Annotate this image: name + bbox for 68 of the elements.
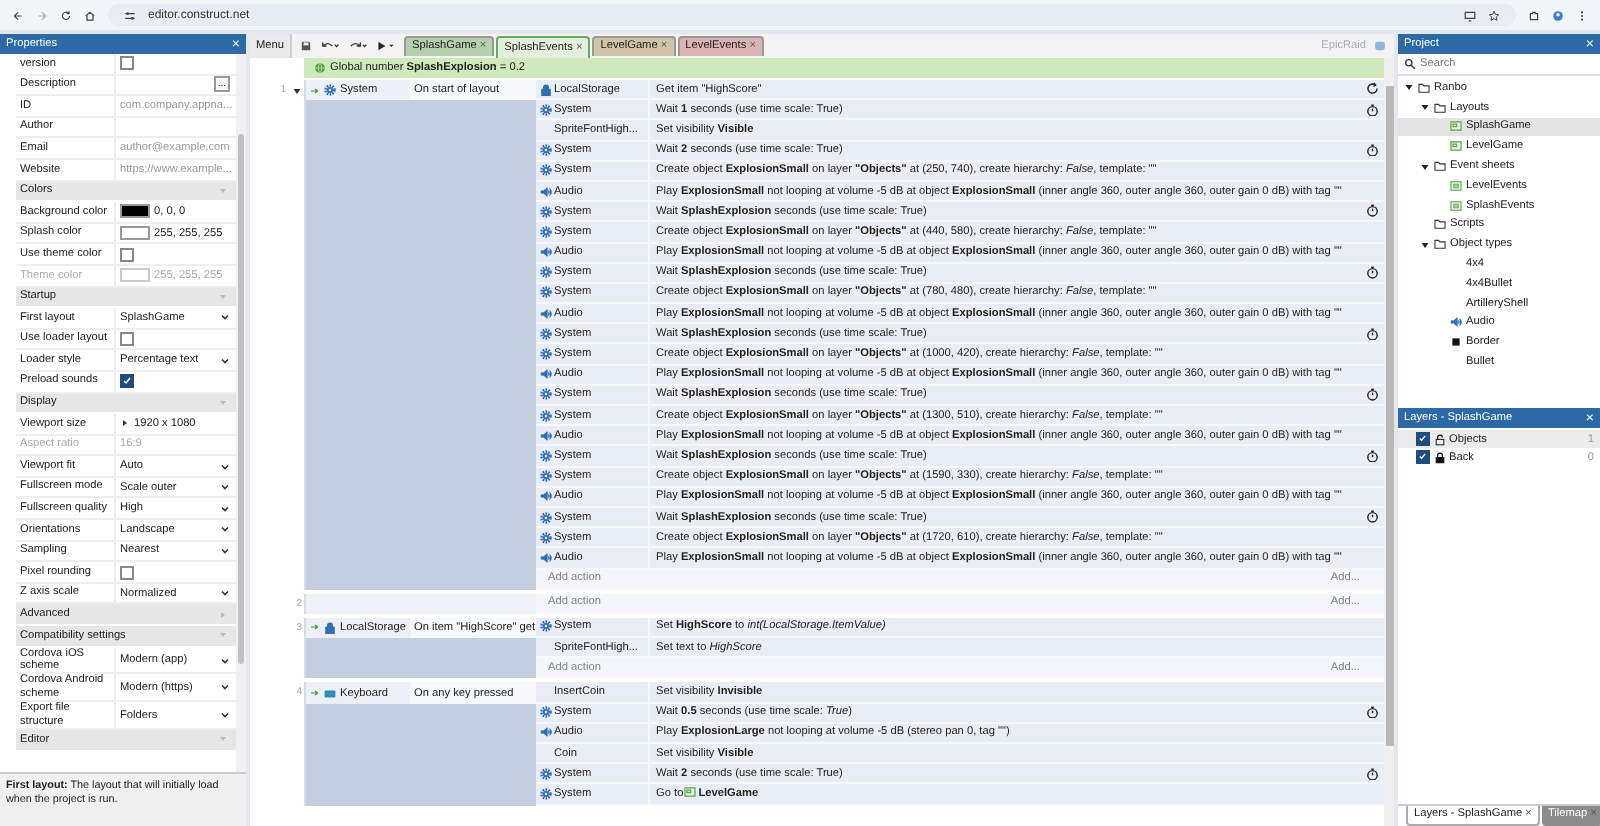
layout-icon bbox=[1450, 140, 1462, 153]
chevron-icon bbox=[220, 655, 230, 666]
undo-icon[interactable] bbox=[320, 40, 340, 52]
scrollbar-thumb[interactable] bbox=[1385, 86, 1393, 746]
square-icon bbox=[1450, 336, 1462, 349]
speaker-icon bbox=[539, 368, 551, 381]
play-icon[interactable] bbox=[376, 40, 396, 52]
monitor-icon[interactable] bbox=[1464, 9, 1476, 21]
scrollbar-thumb[interactable] bbox=[238, 134, 244, 664]
globe-icon bbox=[314, 62, 326, 74]
arrow-icon bbox=[310, 85, 320, 96]
checkbox[interactable] bbox=[120, 56, 134, 71]
padlock-icon bbox=[324, 621, 336, 634]
collapse-arrow-icon[interactable] bbox=[292, 85, 302, 95]
back-arrow-icon[interactable] bbox=[12, 9, 24, 21]
caret-icon bbox=[218, 734, 228, 745]
redo-icon[interactable] bbox=[348, 40, 368, 52]
gear-icon bbox=[539, 706, 551, 719]
speaker-icon bbox=[539, 551, 551, 564]
expand-arrow-icon[interactable] bbox=[1420, 102, 1430, 113]
expand-arrow-icon[interactable] bbox=[120, 418, 130, 429]
caret-icon bbox=[218, 397, 228, 408]
chevron-icon bbox=[220, 588, 230, 599]
speaker-icon bbox=[539, 726, 551, 739]
caret-icon bbox=[218, 291, 228, 302]
search-icon bbox=[1404, 58, 1416, 70]
reload-icon[interactable] bbox=[60, 9, 72, 21]
locked-padlock-icon[interactable] bbox=[1433, 451, 1445, 463]
keyboard-icon bbox=[324, 687, 336, 700]
speaker-icon bbox=[539, 185, 551, 198]
gear-icon bbox=[539, 620, 551, 633]
profile-icon[interactable] bbox=[1552, 9, 1564, 21]
expand-arrow-icon[interactable] bbox=[1420, 161, 1430, 172]
checkbox[interactable] bbox=[120, 332, 134, 347]
arrow-icon bbox=[310, 622, 320, 633]
checkbox[interactable] bbox=[1416, 450, 1429, 464]
gear-icon bbox=[324, 84, 336, 97]
speaker-icon bbox=[539, 307, 551, 320]
speaker-icon bbox=[539, 246, 551, 259]
speaker-icon bbox=[539, 429, 551, 442]
unlocked-padlock-icon[interactable] bbox=[1433, 433, 1445, 445]
speaker-icon bbox=[539, 490, 551, 503]
color-swatch[interactable] bbox=[120, 204, 150, 219]
checkbox[interactable] bbox=[120, 247, 134, 262]
event-sheet-icon bbox=[1450, 179, 1462, 192]
checkbox[interactable] bbox=[120, 374, 134, 389]
checkbox[interactable] bbox=[120, 565, 134, 580]
layout-icon bbox=[1450, 120, 1462, 133]
event-sheet-icon bbox=[1450, 199, 1462, 212]
caret-icon bbox=[218, 185, 228, 196]
star-icon[interactable] bbox=[1488, 9, 1500, 21]
checkbox[interactable] bbox=[1416, 432, 1429, 446]
chevron-icon bbox=[220, 312, 230, 323]
chevron-icon bbox=[220, 355, 230, 366]
save-icon[interactable] bbox=[300, 40, 312, 52]
color-swatch[interactable] bbox=[120, 226, 150, 241]
arrow-icon bbox=[310, 688, 320, 699]
layout-icon bbox=[683, 786, 696, 799]
folder-icon bbox=[1434, 160, 1446, 173]
sliders-icon[interactable] bbox=[124, 9, 136, 21]
gear-icon bbox=[539, 103, 551, 116]
home-icon[interactable] bbox=[84, 9, 96, 21]
speaker-icon bbox=[1450, 316, 1462, 329]
chevron-icon bbox=[220, 710, 230, 721]
expand-arrow-icon[interactable] bbox=[1404, 82, 1414, 93]
expand-arrow-icon[interactable] bbox=[1420, 239, 1430, 250]
padlock-icon bbox=[539, 83, 551, 96]
chevron-icon bbox=[220, 682, 230, 693]
